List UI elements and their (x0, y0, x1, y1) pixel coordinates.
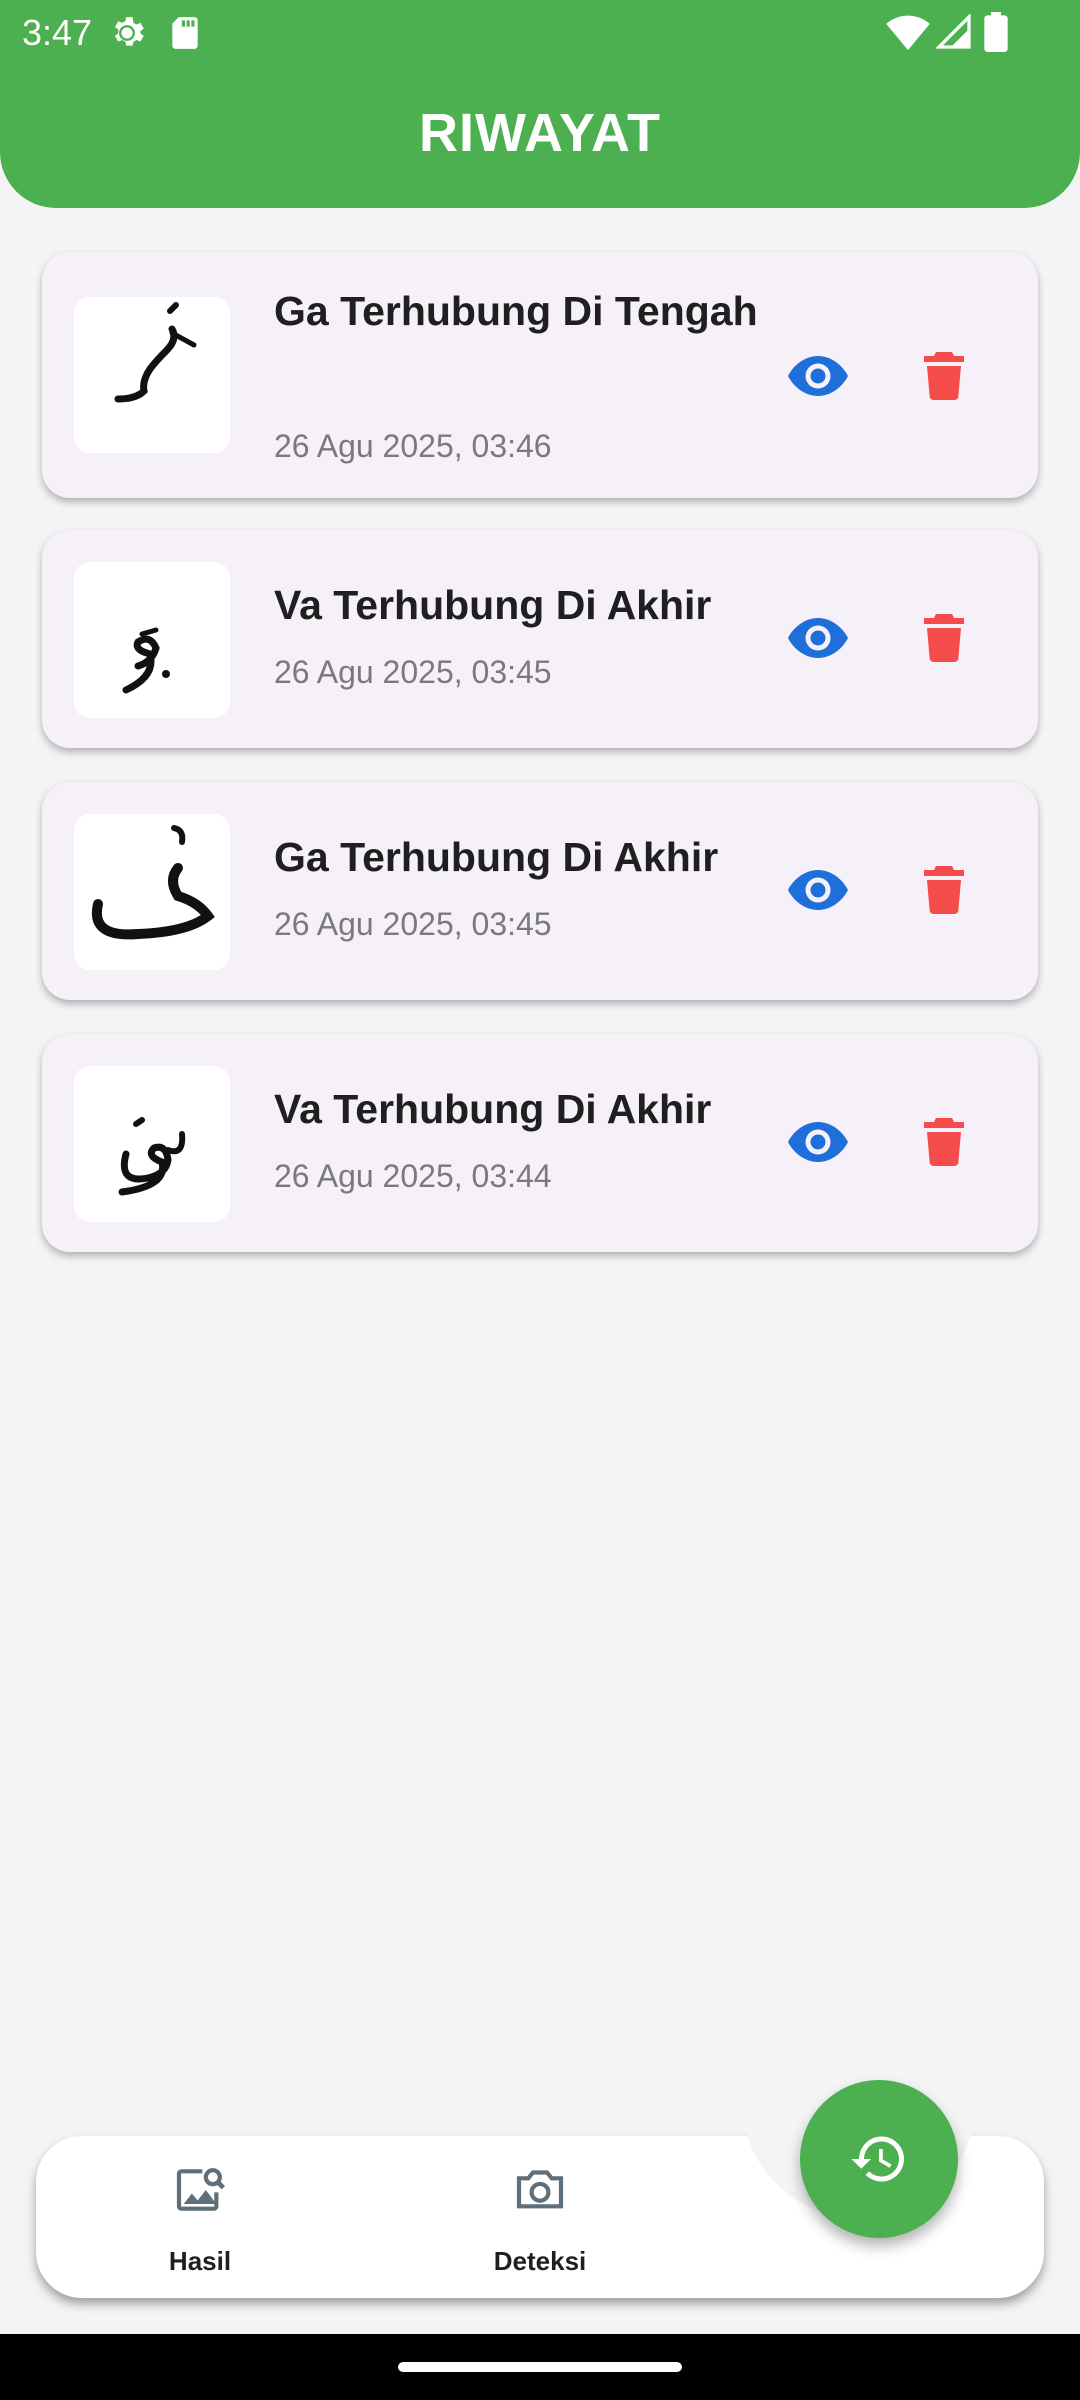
status-time: 3:47 (22, 12, 93, 53)
battery-status-icon (984, 12, 1008, 52)
eye-icon (788, 1122, 848, 1162)
history-date: 26 Agu 2025, 03:46 (274, 428, 552, 464)
thumbnail-image (74, 1066, 230, 1222)
view-button[interactable] (778, 598, 858, 678)
delete-button[interactable] (904, 336, 984, 416)
history-card[interactable]: Ga Terhubung Di Tengah 26 Agu 2025, 03:4… (42, 252, 1038, 498)
page-title: RIWAYAT (418, 103, 662, 163)
history-icon (851, 2136, 904, 2182)
history-date: 26 Agu 2025, 03:45 (274, 906, 552, 942)
trash-icon (924, 866, 964, 914)
nav-item-hasil[interactable]: Hasil (100, 2162, 300, 2282)
history-card[interactable]: Ga Terhubung Di Akhir 26 Agu 2025, 03:45 (42, 782, 1038, 1000)
image-search-icon (176, 2168, 225, 2211)
sd-card-status-icon (172, 17, 198, 49)
nav-label-deteksi: Deteksi (493, 2246, 587, 2276)
history-title: Ga Terhubung Di Tengah (274, 288, 758, 334)
trash-icon (924, 1118, 964, 1166)
wifi-status-icon (886, 15, 930, 51)
history-fab-button[interactable] (800, 2080, 958, 2238)
nav-item-deteksi[interactable]: Deteksi (440, 2162, 640, 2282)
history-date: 26 Agu 2025, 03:44 (274, 1158, 552, 1194)
settings-status-icon (114, 17, 144, 46)
eye-icon (788, 618, 848, 658)
delete-button[interactable] (904, 598, 984, 678)
delete-button[interactable] (904, 850, 984, 930)
history-title: Ga Terhubung Di Akhir (274, 834, 719, 880)
history-title: Va Terhubung Di Akhir (274, 582, 712, 628)
thumbnail-image (74, 562, 230, 718)
history-date: 26 Agu 2025, 03:45 (274, 654, 552, 690)
eye-icon (788, 870, 848, 910)
history-card[interactable]: Va Terhubung Di Akhir 26 Agu 2025, 03:45 (42, 530, 1038, 748)
trash-icon (924, 614, 964, 662)
thumbnail-image (74, 814, 230, 970)
nav-label-hasil: Hasil (168, 2246, 232, 2276)
cellular-status-icon (936, 14, 971, 49)
camera-icon (516, 2170, 564, 2209)
trash-icon (924, 352, 964, 400)
view-button[interactable] (778, 1102, 858, 1182)
home-indicator[interactable] (398, 2362, 682, 2372)
thumbnail-image (74, 297, 230, 453)
view-button[interactable] (778, 850, 858, 930)
view-button[interactable] (778, 336, 858, 416)
eye-icon (788, 356, 848, 396)
history-card[interactable]: Va Terhubung Di Akhir 26 Agu 2025, 03:44 (42, 1034, 1038, 1252)
delete-button[interactable] (904, 1102, 984, 1182)
history-title: Va Terhubung Di Akhir (274, 1086, 712, 1132)
